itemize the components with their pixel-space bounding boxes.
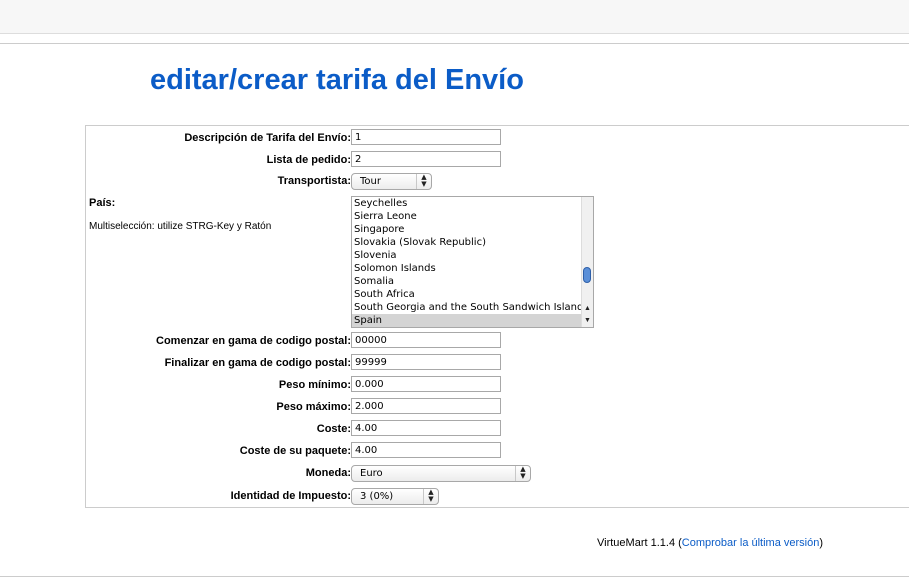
pais-scrollbar[interactable]: ▲ ▼ <box>581 197 593 327</box>
coste-paquete-input[interactable] <box>351 442 501 458</box>
peso-max-label: Peso máximo: <box>276 401 351 413</box>
row-impuesto: Identidad de Impuesto: 3 (0%) ▲ ▼ <box>86 487 909 505</box>
row-descripcion: Descripción de Tarifa del Envío: <box>86 129 909 147</box>
zip-end-label: Finalizar en gama de codigo postal: <box>164 357 351 369</box>
pais-multiselect-note: Multiselección: utilize STRG-Key y Ratón <box>89 221 272 232</box>
triangle-up-icon[interactable]: ▲ <box>582 304 593 314</box>
zip-start-input[interactable] <box>351 332 501 348</box>
peso-max-input[interactable] <box>351 398 501 414</box>
moneda-select[interactable]: Euro ▲ ▼ <box>351 465 531 482</box>
moneda-label: Moneda: <box>305 467 351 479</box>
up-down-chevron-icon: ▲ ▼ <box>515 466 530 481</box>
row-moneda: Moneda: Euro ▲ ▼ <box>86 464 909 482</box>
pais-option[interactable]: Somalia <box>352 275 583 288</box>
row-lista: Lista de pedido: <box>86 151 909 169</box>
row-coste-paquete: Coste de su paquete: <box>86 442 909 460</box>
up-down-chevron-icon: ▲ ▼ <box>416 174 431 189</box>
paren-close: ) <box>819 537 824 549</box>
lista-label: Lista de pedido: <box>266 154 351 166</box>
row-coste: Coste: <box>86 420 909 438</box>
impuesto-value: 3 (0%) <box>360 491 394 502</box>
row-zip-start: Comenzar en gama de codigo postal: <box>86 332 909 350</box>
transportista-select[interactable]: Tour ▲ ▼ <box>351 173 432 190</box>
triangle-down-icon[interactable]: ▼ <box>582 316 593 326</box>
pais-option[interactable]: Slovakia (Slovak Republic) <box>352 236 583 249</box>
pais-option[interactable]: Seychelles <box>352 197 583 210</box>
peso-min-input[interactable] <box>351 376 501 392</box>
impuesto-label: Identidad de Impuesto: <box>230 490 351 502</box>
pais-listbox[interactable]: Seychelles Sierra Leone Singapore Slovak… <box>351 196 594 328</box>
coste-paquete-label: Coste de su paquete: <box>239 445 351 457</box>
lista-input[interactable] <box>351 151 501 167</box>
pais-option[interactable]: Slovenia <box>352 249 583 262</box>
pais-option[interactable]: South Georgia and the South Sandwich Isl… <box>352 301 589 314</box>
top-strip <box>0 0 909 34</box>
descripcion-input[interactable] <box>351 129 501 145</box>
bottom-divider <box>0 576 909 577</box>
zip-end-input[interactable] <box>351 354 501 370</box>
coste-label: Coste: <box>316 423 351 435</box>
version-text: VirtueMart 1.1.4 <box>597 537 676 549</box>
pais-label: País: <box>89 197 116 209</box>
pais-option[interactable]: Solomon Islands <box>352 262 583 275</box>
row-zip-end: Finalizar en gama de codigo postal: <box>86 354 909 372</box>
pais-option-selected[interactable]: Spain <box>352 314 583 327</box>
pais-option[interactable]: Sierra Leone <box>352 210 583 223</box>
shipping-rate-form: Descripción de Tarifa del Envío: Lista d… <box>85 125 909 508</box>
transportista-value: Tour <box>360 176 381 187</box>
impuesto-select[interactable]: 3 (0%) ▲ ▼ <box>351 488 439 505</box>
row-peso-min: Peso mínimo: <box>86 376 909 394</box>
transportista-label: Transportista: <box>277 175 351 187</box>
descripcion-label: Descripción de Tarifa del Envío: <box>184 132 351 144</box>
check-version-link[interactable]: Comprobar la última versión <box>682 537 820 549</box>
scroll-thumb[interactable] <box>583 267 591 283</box>
page-title: editar/crear tarifa del Envío <box>150 64 524 96</box>
peso-min-label: Peso mínimo: <box>278 379 351 391</box>
up-down-chevron-icon: ▲ ▼ <box>423 489 438 504</box>
paren-open: ( <box>675 537 682 549</box>
top-divider <box>0 43 909 44</box>
pais-option[interactable]: South Africa <box>352 288 583 301</box>
pais-options: Seychelles Sierra Leone Singapore Slovak… <box>352 197 589 327</box>
zip-start-label: Comenzar en gama de codigo postal: <box>156 335 351 347</box>
row-transportista: Transportista: Tour ▲ ▼ <box>86 172 909 190</box>
version-footer: VirtueMart 1.1.4 (Comprobar la última ve… <box>597 537 823 549</box>
pais-option[interactable]: Singapore <box>352 223 583 236</box>
row-peso-max: Peso máximo: <box>86 398 909 416</box>
coste-input[interactable] <box>351 420 501 436</box>
moneda-value: Euro <box>360 468 383 479</box>
